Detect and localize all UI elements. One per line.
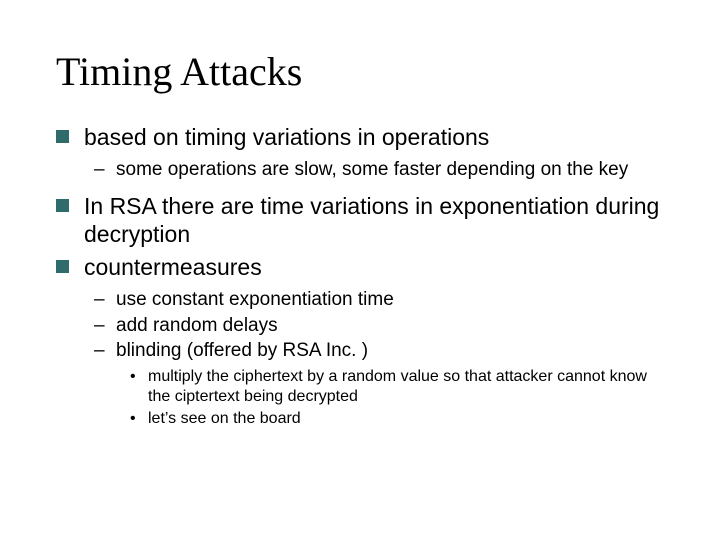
bullet-text: countermeasures [84,254,262,280]
slide: Timing Attacks based on timing variation… [0,0,720,540]
list-item: countermeasures use constant exponentiat… [56,253,664,429]
bullet-text: multiply the ciphertext by a random valu… [148,368,647,405]
list-item: blinding (offered by RSA Inc. ) multiply… [94,339,664,429]
list-item: In RSA there are time variations in expo… [56,192,664,250]
bullet-list-level2: use constant exponentiation time add ran… [84,288,664,429]
bullet-text: blinding (offered by RSA Inc. ) [116,340,368,361]
list-item: add random delays [94,314,664,338]
list-item: use constant exponentiation time [94,288,664,312]
list-item: multiply the ciphertext by a random valu… [130,367,664,407]
slide-title: Timing Attacks [56,48,664,95]
bullet-list-level2: some operations are slow, some faster de… [84,158,664,182]
bullet-text: In RSA there are time variations in expo… [84,193,659,248]
bullet-list-level1: based on timing variations in operations… [56,123,664,429]
bullet-list-level3: multiply the ciphertext by a random valu… [116,367,664,429]
bullet-text: based on timing variations in operations [84,124,489,150]
bullet-text: let’s see on the board [148,410,301,427]
list-item: based on timing variations in operations… [56,123,664,182]
list-item: some operations are slow, some faster de… [94,158,664,182]
bullet-text: some operations are slow, some faster de… [116,159,628,180]
list-item: let’s see on the board [130,409,664,429]
bullet-text: add random delays [116,315,278,336]
bullet-text: use constant exponentiation time [116,289,394,310]
